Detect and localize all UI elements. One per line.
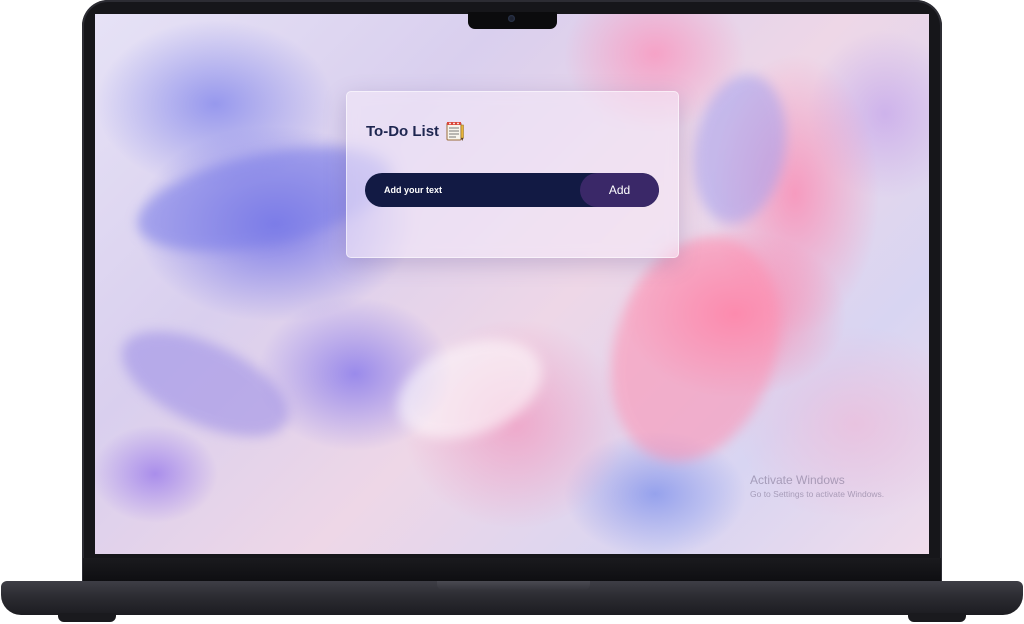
- laptop-screen: To-Do List Add Activate Window: [95, 14, 929, 554]
- camera-notch: [468, 12, 557, 29]
- laptop-foot-right: [908, 613, 966, 622]
- activate-windows-watermark: Activate Windows Go to Settings to activ…: [750, 473, 884, 499]
- camera-icon: [508, 15, 515, 22]
- laptop-foot-left: [58, 613, 116, 622]
- add-button[interactable]: Add: [580, 173, 659, 207]
- laptop-hinge: [83, 558, 941, 582]
- notepad-icon: [445, 120, 465, 142]
- trackpad-notch: [437, 581, 590, 590]
- laptop-base: [1, 581, 1023, 615]
- todo-header: To-Do List: [366, 120, 465, 142]
- todo-card: To-Do List Add: [346, 91, 679, 258]
- todo-title: To-Do List: [366, 122, 440, 140]
- wallpaper-swirl: [106, 309, 304, 459]
- todo-input-row: Add: [365, 173, 659, 207]
- wallpaper-swirl: [384, 321, 556, 457]
- watermark-title: Activate Windows: [750, 473, 845, 487]
- todo-text-input[interactable]: [365, 173, 581, 207]
- watermark-subtitle: Go to Settings to activate Windows.: [750, 489, 885, 499]
- wallpaper-swirl: [682, 67, 798, 231]
